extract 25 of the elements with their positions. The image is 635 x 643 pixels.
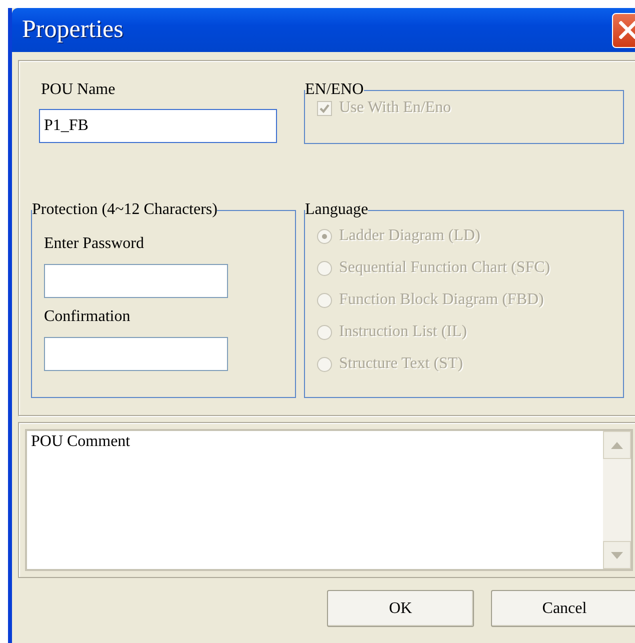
pou-name-label: POU Name (41, 81, 116, 99)
cancel-button[interactable]: Cancel (491, 590, 635, 627)
radio-label: Structure Text (ST) (339, 355, 463, 373)
radio-label: Instruction List (IL) (339, 323, 467, 341)
scrollbar[interactable] (603, 431, 631, 569)
group-title: Protection (4~12 Characters) (32, 201, 218, 219)
window-title: Properties (22, 16, 124, 44)
group-title: Language (305, 201, 368, 219)
scroll-up-button[interactable] (603, 431, 631, 459)
up-arrow-icon (611, 442, 623, 448)
pou-name-field[interactable]: P1_FB (39, 109, 277, 143)
field-label: Enter Password (44, 235, 145, 253)
close-icon (619, 21, 635, 39)
down-arrow-icon (611, 552, 623, 558)
ok-button[interactable]: OK (327, 590, 474, 627)
scroll-down-button[interactable] (603, 541, 631, 569)
checkbox-label: Use With En/Eno (339, 99, 451, 117)
field-label: Confirmation (44, 308, 132, 326)
radio-label: Function Block Diagram (FBD) (339, 291, 544, 309)
radio-label: Sequential Function Chart (SFC) (339, 259, 550, 277)
radio-label: Ladder Diagram (LD) (339, 227, 480, 245)
close-button[interactable] (612, 12, 635, 48)
password-field[interactable] (44, 337, 228, 371)
password-field[interactable] (44, 264, 228, 298)
group-title: EN/ENO (305, 81, 364, 99)
